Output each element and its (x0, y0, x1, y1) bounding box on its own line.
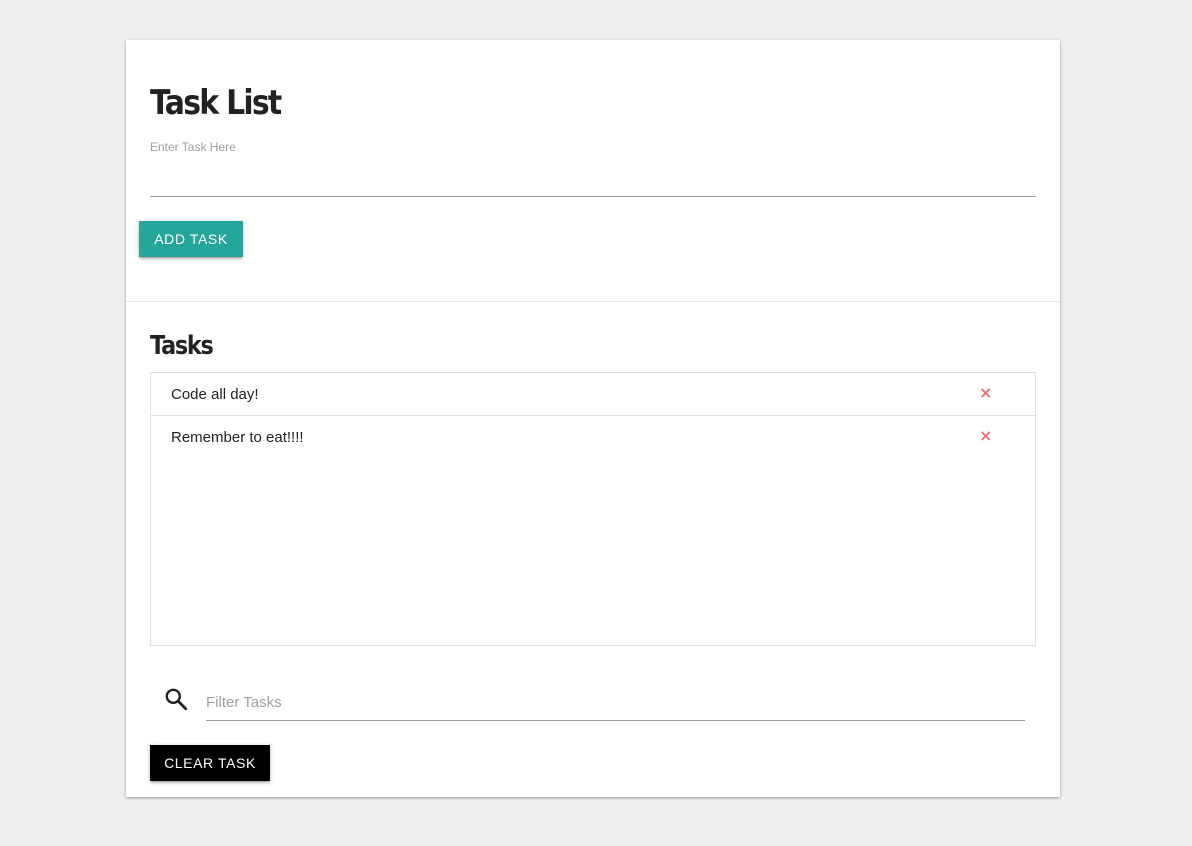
add-task-section: Task List Enter Task Here Add Task (126, 40, 1060, 302)
add-task-button[interactable]: Add Task (139, 221, 243, 257)
filter-tasks-input[interactable] (206, 684, 1025, 721)
task-text: Code all day! (171, 386, 259, 403)
task-text: Remember to eat!!!! (171, 429, 304, 446)
clear-task-button[interactable]: Clear Task (150, 745, 270, 781)
task-input-label: Enter Task Here (150, 140, 236, 154)
task-list: Code all day! × Remember to eat!!!! × (150, 372, 1036, 646)
list-item: Code all day! × (151, 373, 1035, 416)
task-input[interactable] (150, 162, 1036, 197)
delete-icon[interactable]: × (979, 428, 993, 444)
page-title: Task List (150, 83, 282, 123)
tasks-heading: Tasks (150, 331, 214, 361)
delete-icon[interactable]: × (979, 385, 993, 401)
list-item: Remember to eat!!!! × (151, 416, 1035, 458)
task-card: Task List Enter Task Here Add Task Tasks… (126, 40, 1060, 797)
search-icon (163, 686, 189, 712)
